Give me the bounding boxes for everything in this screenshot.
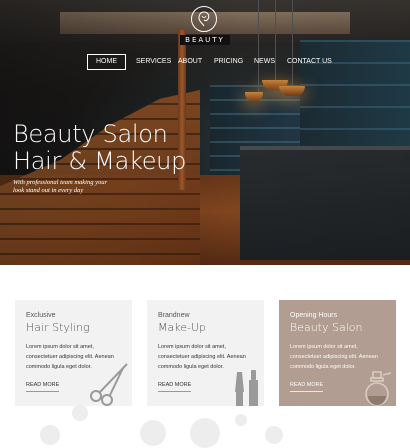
hero-title-line1: Beauty Salon [13, 120, 168, 148]
hero-section: BEAUTY HOME SERVICES ABOUT PRICING NEWS … [0, 0, 410, 265]
card-body-line: Lorem ipsum dolor sit amet, [26, 344, 94, 350]
service-card-hair-styling: Exclusive Hair Styling Lorem ipsum dolor… [15, 300, 132, 406]
hero-subtitle-line2: look stand out in every day [13, 187, 84, 194]
card-body-line: Lorem ipsum dolor sit amet, [158, 344, 226, 350]
perfume-bottle-icon [365, 371, 392, 406]
decorative-bubble [72, 405, 88, 421]
nav-services[interactable]: SERVICES [136, 55, 171, 69]
read-more-link[interactable]: READ MORE [26, 382, 60, 392]
card-eyebrow: Opening Hours [290, 312, 338, 319]
card-eyebrow: Exclusive [26, 312, 56, 319]
decorative-bubble [140, 420, 166, 446]
read-more-link[interactable]: READ MORE [290, 382, 324, 392]
card-title: Beauty Salon [290, 321, 363, 334]
logo-icon[interactable] [191, 6, 217, 32]
card-body-line: consectetuer adipiscing elit. Aenean [290, 354, 378, 360]
service-card-opening-hours: Opening Hours Beauty Salon Lorem ipsum d… [279, 300, 396, 406]
service-card-make-up: Brandnew Make-Up Lorem ipsum dolor sit a… [147, 300, 264, 406]
nav-about[interactable]: ABOUT [178, 55, 202, 69]
card-body: Lorem ipsum dolor sit amet, consectetuer… [290, 342, 388, 372]
hero-subtitle: With professional team making your look … [13, 179, 163, 195]
card-title: Hair Styling [26, 321, 90, 334]
decorative-bubble [265, 426, 283, 444]
scissors-icon [90, 363, 128, 406]
makeup-brush-icon [235, 370, 258, 406]
nav-contact-us[interactable]: CONTACT US [287, 55, 332, 69]
hero-title: Beauty Salon Hair & Makeup [13, 121, 263, 175]
card-body-line: consectetuer adipiscing elit. Aenean [158, 354, 246, 360]
card-body-line: Lorem ipsum dolor sit amet, [290, 344, 358, 350]
nav-pricing[interactable]: PRICING [214, 55, 243, 69]
nav-home[interactable]: HOME [87, 54, 126, 70]
read-more-link[interactable]: READ MORE [158, 382, 192, 392]
card-title: Make-Up [158, 321, 206, 334]
decorative-bubble [235, 414, 247, 426]
hero-subtitle-line1: With professional team making your [13, 179, 108, 186]
decorative-bubble [190, 418, 220, 448]
decorative-bubble [40, 425, 60, 445]
main-nav: HOME SERVICES ABOUT PRICING NEWS CONTACT… [0, 54, 410, 70]
brand-name[interactable]: BEAUTY [180, 35, 230, 45]
nav-news[interactable]: NEWS [254, 55, 275, 69]
card-eyebrow: Brandnew [158, 312, 190, 319]
hero-title-line2: Hair & Makeup [13, 147, 187, 175]
